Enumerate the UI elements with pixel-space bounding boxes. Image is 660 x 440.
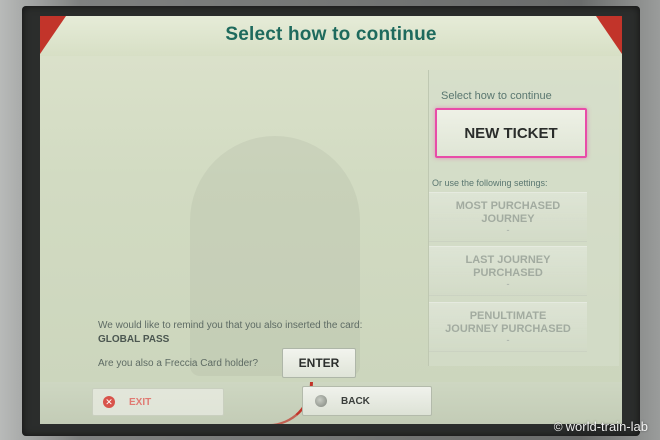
copyright-icon: © [553,419,563,434]
exit-circle-icon: ✕ [103,396,115,408]
watermark-text: world-train-lab [565,419,648,434]
back-button[interactable]: BACK [302,386,432,416]
option-label-line1: LAST JOURNEY [465,254,551,266]
panel-subheading: Or use the following settings: [432,178,548,188]
panel-heading: Select how to continue [441,90,552,102]
option-detail: - [506,279,510,289]
bottom-bar: ✕ EXIT BACK [40,382,622,424]
kiosk-housing: Select how to continue Select how to con… [0,0,660,440]
card-reminder-text: We would like to remind you that you als… [98,320,363,331]
last-journey-purchased-button[interactable]: LAST JOURNEY PURCHASED - [429,246,587,296]
touch-screen: Select how to continue Select how to con… [40,16,622,424]
watermark: © world-train-lab [554,419,648,434]
options-panel: Select how to continue NEW TICKET Or use… [428,70,619,366]
inserted-card-name: GLOBAL PASS [98,334,170,345]
new-ticket-button[interactable]: NEW TICKET [435,108,587,158]
back-circle-icon [315,395,327,407]
option-detail: - [506,335,510,345]
page-title: Select how to continue [225,24,437,45]
exit-button[interactable]: ✕ EXIT [92,388,224,416]
exit-label: EXIT [129,396,152,408]
most-purchased-journey-button[interactable]: MOST PURCHASED JOURNEY - [429,192,587,242]
back-label: BACK [341,395,370,407]
option-label-line1: PENULTIMATE [469,310,547,322]
option-detail: - [506,225,510,235]
background-reflection [190,136,360,376]
option-label-line1: MOST PURCHASED [455,200,561,212]
enter-button[interactable]: ENTER [282,348,356,378]
decorative-swoosh [220,382,313,424]
freccia-card-question: Are you also a Freccia Card holder? [98,358,259,369]
penultimate-journey-purchased-button[interactable]: PENULTIMATE JOURNEY PURCHASED - [429,302,587,352]
